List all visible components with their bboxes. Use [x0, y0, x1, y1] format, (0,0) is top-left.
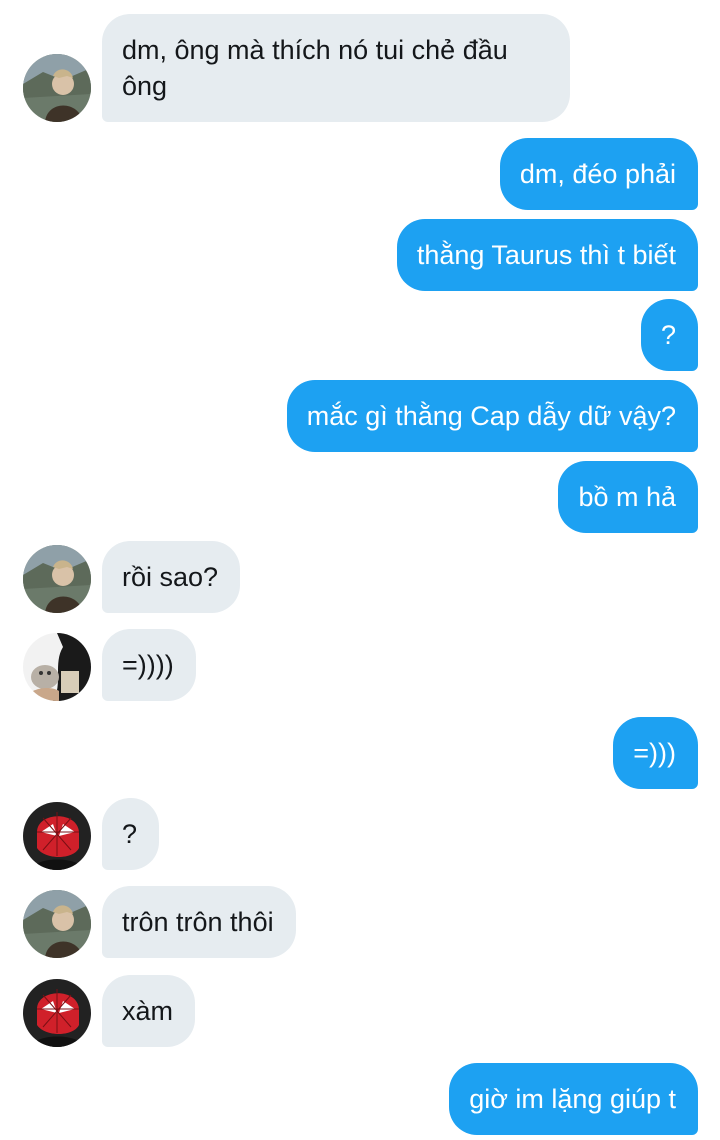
avatar[interactable] — [23, 802, 91, 870]
message-row: ? — [0, 798, 720, 870]
incoming-message-bubble[interactable]: ? — [102, 798, 160, 870]
person-photo-icon — [23, 545, 91, 613]
message-row: trôn trôn thôi — [0, 886, 720, 958]
message-row: dm, đéo phải — [0, 138, 720, 210]
outgoing-message-bubble[interactable]: dm, đéo phải — [499, 138, 698, 210]
outgoing-message-bubble[interactable]: mắc gì thằng Cap dẫy dữ vậy? — [286, 380, 698, 452]
message-row: thằng Taurus thì t biết — [0, 219, 720, 291]
incoming-message-bubble[interactable]: =)))) — [102, 629, 196, 701]
message-row: rồi sao? — [0, 541, 720, 613]
message-row: mắc gì thằng Cap dẫy dữ vậy? — [0, 380, 720, 452]
outgoing-message-bubble[interactable]: giờ im lặng giúp t — [449, 1063, 698, 1135]
incoming-message-bubble[interactable]: xàm — [102, 975, 196, 1047]
spiderman-mask-photo-icon — [23, 802, 91, 870]
person-photo-icon — [23, 54, 91, 122]
incoming-message-bubble[interactable]: trôn trôn thôi — [102, 886, 296, 958]
outgoing-message-bubble[interactable]: ? — [640, 299, 698, 371]
avatar[interactable] — [23, 890, 91, 958]
message-row: dm, ông mà thích nó tui chẻ đầu ông — [0, 14, 720, 122]
avatar[interactable] — [23, 979, 91, 1047]
message-row: =))) — [0, 717, 720, 789]
incoming-message-bubble[interactable]: rồi sao? — [102, 541, 241, 613]
outgoing-message-bubble[interactable]: thằng Taurus thì t biết — [396, 219, 698, 291]
message-row: bồ m hả — [0, 461, 720, 533]
avatar[interactable] — [23, 545, 91, 613]
message-thread: dm, ông mà thích nó tui chẻ đầu ông dm, … — [0, 0, 720, 1140]
incoming-message-bubble[interactable]: dm, ông mà thích nó tui chẻ đầu ông — [102, 14, 570, 122]
message-row: ? — [0, 299, 720, 371]
person-with-cat-photo-icon — [23, 633, 91, 701]
avatar[interactable] — [23, 54, 91, 122]
outgoing-message-bubble[interactable]: =))) — [613, 717, 698, 789]
message-row: xàm — [0, 975, 720, 1047]
spiderman-mask-photo-icon — [23, 979, 91, 1047]
outgoing-message-bubble[interactable]: bồ m hả — [558, 461, 698, 533]
person-photo-icon — [23, 890, 91, 958]
message-row: giờ im lặng giúp t — [0, 1063, 720, 1135]
avatar[interactable] — [23, 633, 91, 701]
message-row: =)))) — [0, 629, 720, 701]
